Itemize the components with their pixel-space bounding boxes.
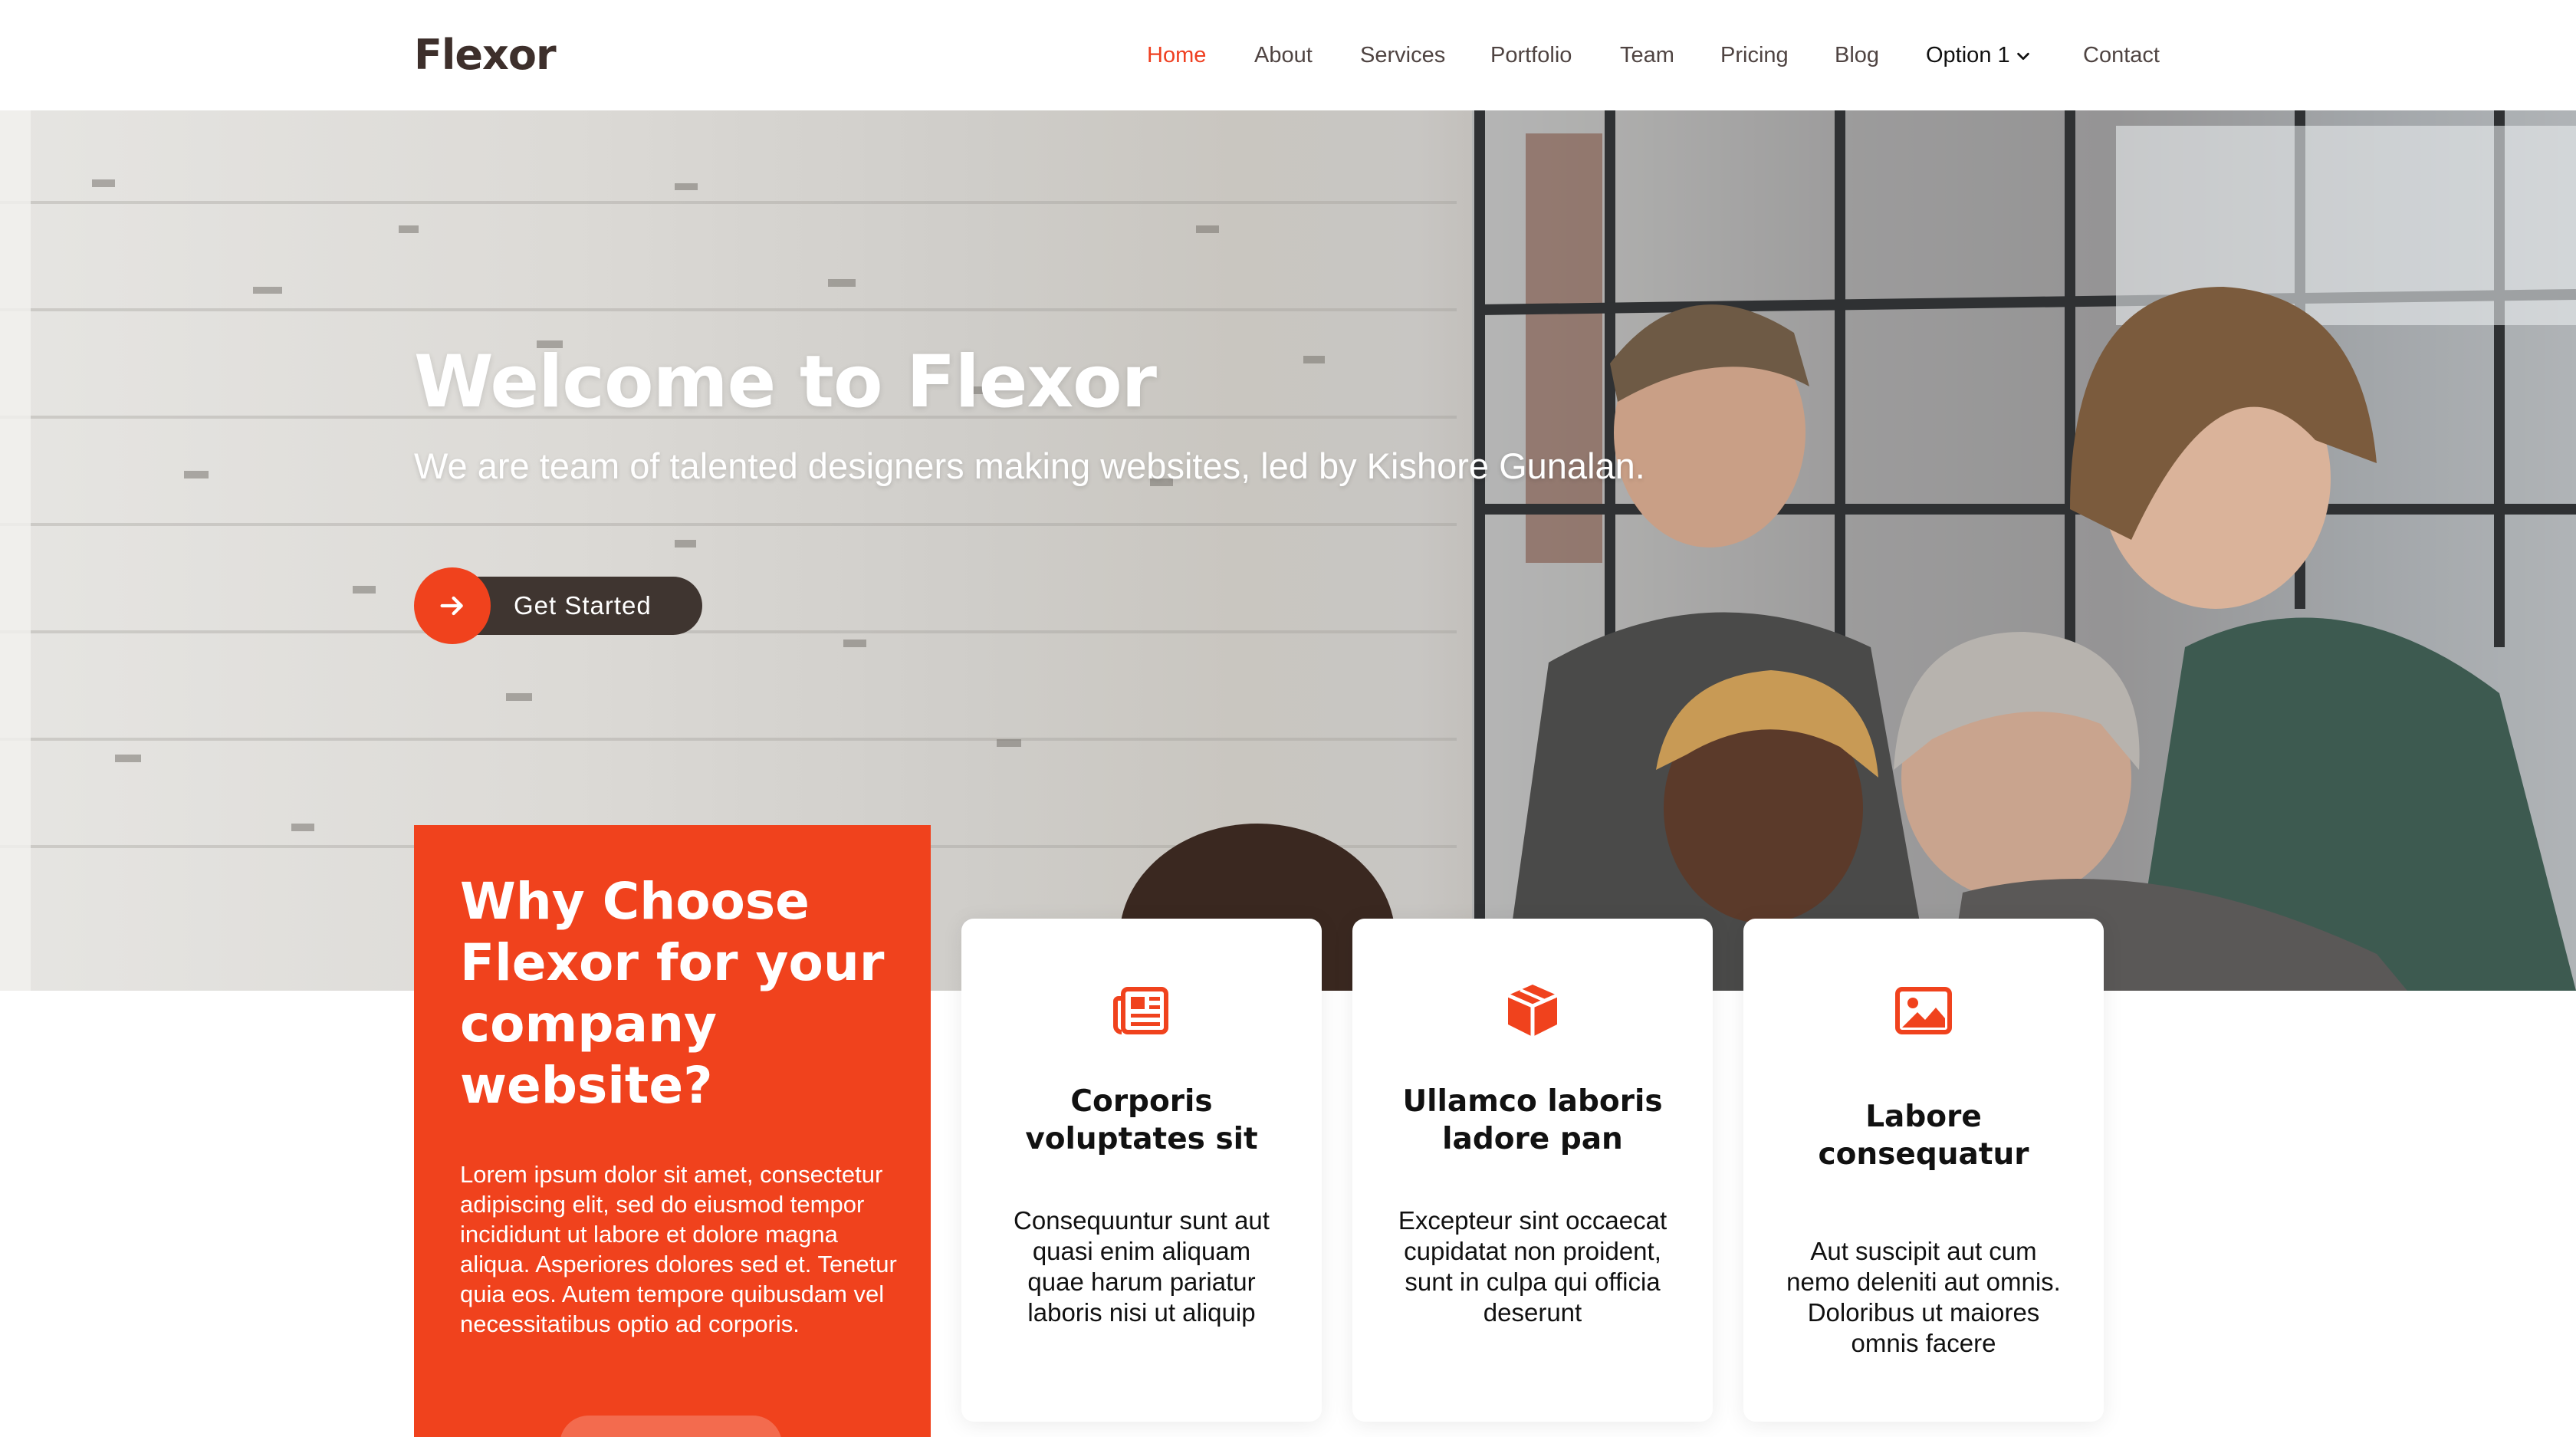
nav-item-option-1-label: Option 1 (1926, 43, 2010, 67)
nav-item-blog[interactable]: Blog (1835, 40, 1879, 71)
feature-card: Ullamco laboris ladore pan Excepteur sin… (1352, 919, 1713, 1422)
learn-more-button[interactable] (560, 1416, 782, 1437)
feature-card: Labore consequatur Aut suscipit aut cum … (1743, 919, 2104, 1422)
site-header: Flexor Home About Services Portfolio Tea… (0, 0, 2576, 110)
nav-item-option-1[interactable]: Option 1 (1926, 40, 2032, 71)
cube-icon (1506, 985, 1559, 1037)
hero-subtitle: We are team of talented designers making… (414, 446, 1645, 486)
get-started-button[interactable]: Get Started (414, 567, 702, 644)
nav-item-contact[interactable]: Contact (2083, 40, 2160, 71)
why-title: Why Choose Flexor for your company websi… (460, 872, 885, 1115)
page: Flexor Home About Services Portfolio Tea… (0, 0, 2576, 1437)
image-icon (1895, 987, 1952, 1034)
card-title: Labore consequatur (1818, 1100, 2029, 1172)
get-started-circle (414, 567, 491, 644)
hero-section: Welcome to Flexor We are team of talente… (0, 110, 2576, 991)
hero-background-photo (0, 110, 2576, 991)
nav-item-about[interactable]: About (1254, 40, 1313, 71)
get-started-label: Get Started (514, 591, 652, 620)
chevron-down-icon (2016, 53, 2029, 61)
nav-item-pricing[interactable]: Pricing (1720, 40, 1789, 71)
why-choose-box: Why Choose Flexor for your company websi… (414, 825, 931, 1437)
card-title: Ullamco laboris ladore pan (1402, 1084, 1663, 1156)
card-text: Excepteur sint occaecat cupidatat non pr… (1398, 1206, 1668, 1327)
nav-item-portfolio[interactable]: Portfolio (1490, 40, 1572, 71)
card-text: Aut suscipit aut cum nemo deleniti aut o… (1786, 1237, 2061, 1357)
why-text: Lorem ipsum dolor sit amet, consectetur … (460, 1161, 897, 1337)
hero-title: Welcome to Flexor (414, 340, 1157, 424)
card-title: Corporis voluptates sit (1025, 1084, 1258, 1156)
main-nav: Home About Services Portfolio Team Prici… (0, 0, 2576, 110)
nav-item-home[interactable]: Home (1147, 40, 1206, 71)
arrow-right-icon (440, 596, 463, 616)
feature-card: Corporis voluptates sit Consequuntur sun… (961, 919, 1322, 1422)
card-text: Consequuntur sunt aut quasi enim aliquam… (1014, 1206, 1270, 1327)
nav-item-team[interactable]: Team (1620, 40, 1674, 71)
nav-item-services[interactable]: Services (1360, 40, 1445, 71)
newspaper-icon (1113, 987, 1168, 1034)
